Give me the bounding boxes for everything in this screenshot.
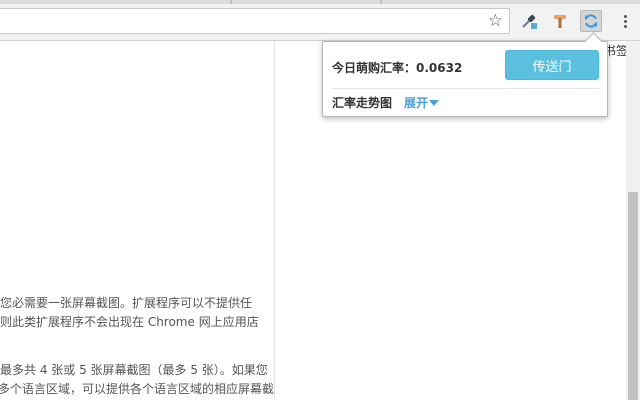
tab-strip-edge: [0, 0, 640, 4]
address-bar[interactable]: ☆: [0, 8, 510, 34]
eyedropper-icon[interactable]: [518, 10, 540, 32]
star-outline-icon[interactable]: ☆: [488, 11, 503, 31]
expand-link-label[interactable]: 展开: [404, 94, 428, 111]
tab-divider: [230, 0, 232, 4]
description-paragraph: 最多共 4 张或 5 张屏幕截图（最多 5 张）。如果您 多个语言区域，可以提供…: [0, 361, 274, 399]
vertical-dots-icon[interactable]: [618, 10, 632, 32]
browser-toolbar: ☆: [0, 0, 640, 41]
paragraph-line: 您必需要一张屏幕截图。扩展程序可以不提供任: [0, 296, 253, 310]
hammer-icon[interactable]: [549, 10, 571, 32]
caret-down-icon[interactable]: [429, 100, 440, 106]
paragraph-line: 多个语言区域，可以提供各个语言区域的相应屏幕截: [0, 382, 274, 396]
paragraph-line: 则此类扩展程序不会出现在 Chrome 网上应用店: [0, 315, 259, 329]
scrollbar-thumb[interactable]: [628, 192, 638, 400]
expand-trend-link[interactable]: 展开: [404, 94, 440, 111]
page-content-panel: 您必需要一张屏幕截图。扩展程序可以不提供任 则此类扩展程序不会出现在 Chrom…: [0, 41, 275, 400]
tab-divider: [380, 0, 382, 4]
rate-label: 今日萌购汇率：: [332, 61, 417, 75]
refresh-circle-icon[interactable]: [580, 10, 602, 32]
exchange-rate-popup: 今日萌购汇率：0.0632 传送门 汇率走势图 展开: [322, 32, 608, 117]
description-paragraph: 您必需要一张屏幕截图。扩展程序可以不提供任 则此类扩展程序不会出现在 Chrom…: [0, 294, 274, 332]
paragraph-line: 最多共 4 张或 5 张屏幕截图（最多 5 张）。如果您: [0, 363, 268, 377]
trend-chart-label: 汇率走势图: [332, 96, 393, 110]
rate-value: 0.0632: [416, 61, 463, 75]
teleport-button[interactable]: 传送门: [505, 50, 599, 80]
divider: [332, 88, 600, 89]
exchange-rate-readout: 今日萌购汇率：0.0632: [332, 59, 462, 76]
